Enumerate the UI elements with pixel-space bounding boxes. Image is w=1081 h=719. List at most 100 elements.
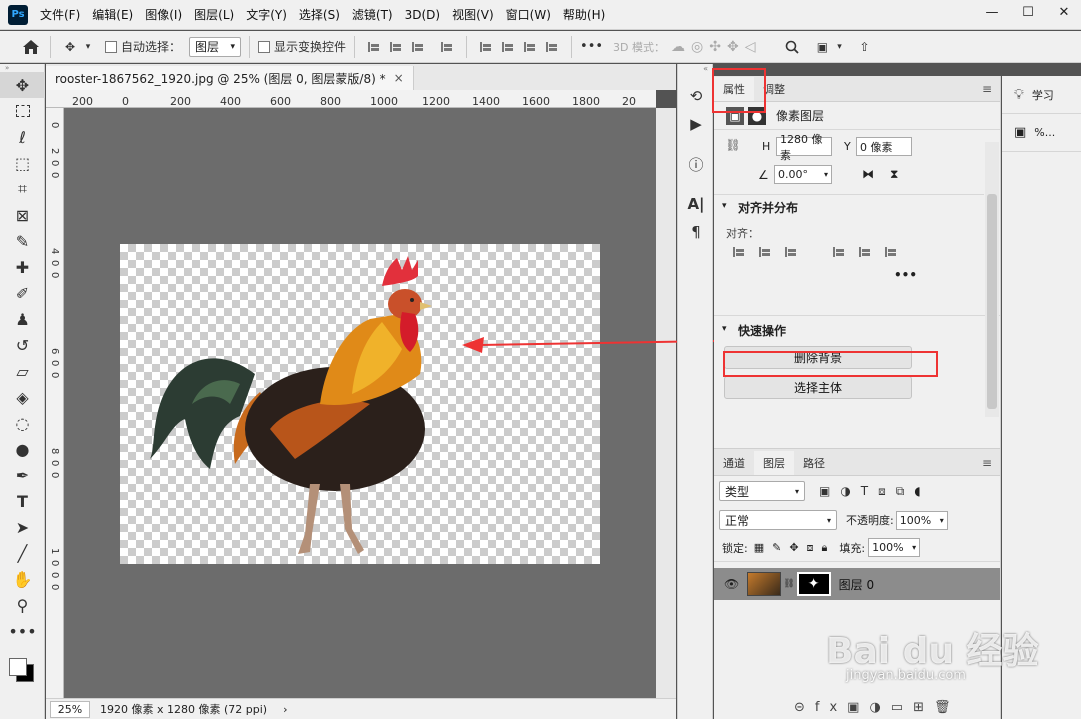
- eraser-tool-icon[interactable]: ▱: [0, 358, 45, 384]
- minimize-button[interactable]: —: [975, 0, 1009, 24]
- paint-bucket-tool-icon[interactable]: ◈: [0, 384, 45, 410]
- marquee-tool-icon[interactable]: [0, 98, 45, 124]
- status-arrow-icon[interactable]: ›: [283, 703, 287, 716]
- menu-image[interactable]: 图像(I): [145, 6, 182, 23]
- menu-select[interactable]: 选择(S): [299, 6, 340, 23]
- dodge-tool-icon[interactable]: ●: [0, 436, 45, 462]
- actions-panel-icon[interactable]: ▶: [678, 110, 714, 138]
- learn-row[interactable]: 💡︎ 学习: [1002, 76, 1081, 114]
- lasso-tool-icon[interactable]: ℓ: [0, 124, 45, 150]
- lock-icons[interactable]: ▦✎✥⧈🔒︎: [754, 541, 836, 555]
- stamp-tool-icon[interactable]: ♟: [0, 306, 45, 332]
- panel-menu-icon[interactable]: ≡: [982, 456, 992, 470]
- chevron-down-icon[interactable]: ▾: [722, 324, 727, 334]
- menu-type[interactable]: 文字(Y): [246, 6, 287, 23]
- zoom-field[interactable]: 25%: [50, 700, 90, 718]
- align-center-h-icon[interactable]: [759, 246, 771, 258]
- align-bottom-icon[interactable]: [524, 41, 536, 53]
- chevron-down-icon[interactable]: ▾: [833, 36, 845, 58]
- distribute-h-icon[interactable]: [441, 41, 453, 53]
- zoom-tool-icon[interactable]: ⚲: [0, 592, 45, 618]
- frame-tool-icon[interactable]: ⊠: [0, 202, 45, 228]
- info-panel-icon[interactable]: ⓘ: [678, 150, 714, 178]
- object-select-tool-icon[interactable]: ⬚: [0, 150, 45, 176]
- filter-kind-dropdown[interactable]: 类型 ▾: [719, 481, 805, 501]
- healing-brush-tool-icon[interactable]: ✚: [0, 254, 45, 280]
- layer-row[interactable]: 👁︎ ⛓ ✦ 图层 0: [714, 568, 1000, 600]
- library-row[interactable]: ▣ %...: [1002, 114, 1081, 152]
- align-right-icon[interactable]: [412, 41, 424, 53]
- document-tab[interactable]: rooster-1867562_1920.jpg @ 25% (图层 0, 图层…: [46, 66, 414, 90]
- auto-select-checkbox[interactable]: 自动选择：: [105, 36, 181, 58]
- menu-window[interactable]: 窗口(W): [506, 6, 551, 23]
- more-align-button[interactable]: •••: [894, 268, 917, 282]
- maximize-button[interactable]: ☐: [1011, 0, 1045, 24]
- menu-3d[interactable]: 3D(D): [405, 8, 440, 22]
- menu-edit[interactable]: 编辑(E): [92, 6, 133, 23]
- more-tools-icon[interactable]: •••: [0, 618, 45, 644]
- share-icon[interactable]: ⇧: [853, 36, 875, 58]
- layer-mask-thumbnail[interactable]: ✦: [796, 572, 831, 596]
- auto-select-dropdown[interactable]: 图层 ▾: [189, 36, 242, 57]
- history-panel-icon[interactable]: ⟲: [678, 82, 714, 110]
- type-tool-icon[interactable]: T: [0, 488, 45, 514]
- fill-field[interactable]: 100% ▾: [868, 538, 921, 557]
- layer-footer-icons[interactable]: ⊝fx▣◑▭⊞🗑︎: [794, 700, 960, 715]
- properties-scrollbar[interactable]: [985, 142, 999, 417]
- close-button[interactable]: ✕: [1047, 0, 1081, 24]
- crop-tool-icon[interactable]: ⌗: [0, 176, 45, 202]
- workspace-icon[interactable]: ▣: [811, 36, 833, 58]
- align-top-icon[interactable]: [480, 41, 492, 53]
- canvas-scrollbar[interactable]: [656, 108, 676, 698]
- scrollbar-thumb[interactable]: [987, 194, 997, 409]
- filter-toggle-icon[interactable]: ◖: [914, 484, 920, 498]
- angle-field[interactable]: 0.00° ▾: [774, 165, 832, 184]
- flip-vertical-icon[interactable]: ⧗: [890, 167, 898, 182]
- chain-link-icon[interactable]: ⛓: [783, 579, 794, 589]
- brush-tool-icon[interactable]: ✐: [0, 280, 45, 306]
- move-tool-icon[interactable]: ✥: [0, 72, 45, 98]
- document-canvas[interactable]: [120, 244, 600, 564]
- align-top-icon[interactable]: [833, 246, 845, 258]
- layer-name[interactable]: 图层 0: [839, 576, 874, 593]
- link-icon[interactable]: ⛓: [724, 136, 742, 154]
- blur-tool-icon[interactable]: ◌: [0, 410, 45, 436]
- expand-icon[interactable]: «: [678, 64, 712, 74]
- menu-help[interactable]: 帮助(H): [563, 6, 605, 23]
- character-panel-icon[interactable]: A|: [678, 190, 714, 218]
- close-tab-icon[interactable]: ×: [394, 71, 404, 85]
- tab-channels[interactable]: 通道: [714, 451, 754, 475]
- tab-layers[interactable]: 图层: [754, 451, 794, 475]
- menu-filter[interactable]: 滤镜(T): [352, 6, 393, 23]
- history-brush-tool-icon[interactable]: ↺: [0, 332, 45, 358]
- menu-layer[interactable]: 图层(L): [194, 6, 234, 23]
- align-middle-icon[interactable]: [859, 246, 871, 258]
- show-transform-checkbox[interactable]: 显示变换控件: [258, 36, 346, 58]
- distribute-v-icon[interactable]: [546, 41, 558, 53]
- move-tool-icon[interactable]: ✥: [59, 36, 81, 58]
- foreground-color-swatch[interactable]: [9, 658, 27, 676]
- path-select-tool-icon[interactable]: ➤: [0, 514, 45, 540]
- more-options-button[interactable]: •••: [580, 36, 603, 58]
- color-swatches[interactable]: [0, 644, 44, 684]
- flip-horizontal-icon[interactable]: ⧓: [862, 167, 874, 181]
- align-center-h-icon[interactable]: [390, 41, 402, 53]
- chevron-down-icon[interactable]: ▾: [722, 201, 727, 211]
- menu-view[interactable]: 视图(V): [452, 6, 494, 23]
- select-subject-button[interactable]: 选择主体: [724, 376, 912, 399]
- line-tool-icon[interactable]: ╱: [0, 540, 45, 566]
- align-right-icon[interactable]: [785, 246, 797, 258]
- tab-properties[interactable]: 属性: [714, 77, 754, 101]
- menu-file[interactable]: 文件(F): [40, 6, 80, 23]
- align-middle-icon[interactable]: [502, 41, 514, 53]
- home-icon[interactable]: [20, 36, 42, 58]
- align-left-icon[interactable]: [733, 246, 745, 258]
- filter-icons[interactable]: ▣◑T⧈⧉: [819, 484, 914, 499]
- align-bottom-icon[interactable]: [885, 246, 897, 258]
- paragraph-panel-icon[interactable]: ¶: [678, 218, 714, 246]
- panel-menu-icon[interactable]: ≡: [982, 82, 992, 96]
- remove-background-button[interactable]: 删除背景: [724, 346, 912, 369]
- collapse-icon[interactable]: »: [0, 64, 44, 72]
- height-field[interactable]: 1280 像素: [776, 133, 832, 162]
- tab-paths[interactable]: 路径: [794, 451, 834, 475]
